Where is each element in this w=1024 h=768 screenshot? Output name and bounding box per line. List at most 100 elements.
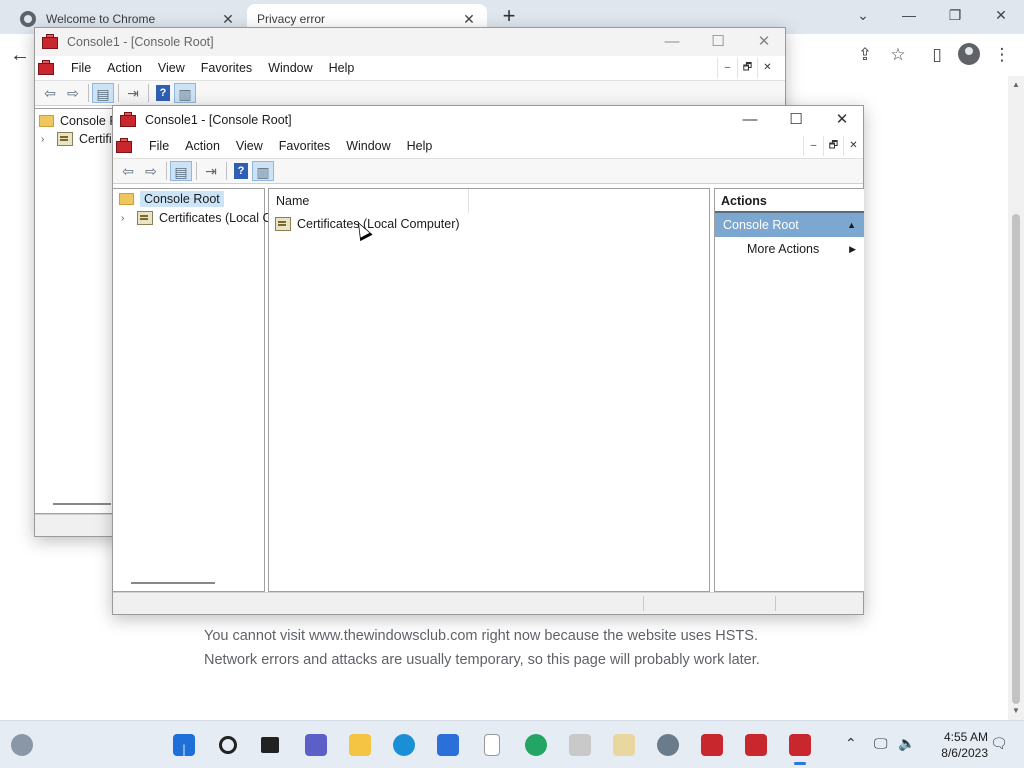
back-arrow-icon[interactable]: ← bbox=[10, 44, 34, 68]
menu-action[interactable]: Action bbox=[177, 139, 228, 153]
tree-item-label: Console Root bbox=[140, 191, 224, 207]
browser-maximize-button[interactable]: ❐ bbox=[932, 4, 978, 28]
browser-menu-icon[interactable]: ⋮ bbox=[991, 45, 1013, 67]
mdi-close-icon[interactable]: ✕ bbox=[757, 58, 777, 78]
mdi-close-icon[interactable]: ✕ bbox=[843, 136, 863, 156]
checklist-icon[interactable] bbox=[610, 731, 638, 759]
notepad-icon[interactable] bbox=[478, 731, 506, 759]
menu-action[interactable]: Action bbox=[99, 61, 150, 75]
menu-window[interactable]: Window bbox=[260, 61, 320, 75]
settings-gear-icon[interactable] bbox=[654, 731, 682, 759]
tree-pane: Console R › Certifi bbox=[35, 108, 118, 514]
mmc-app-icon bbox=[41, 34, 59, 50]
close-button[interactable]: ✕ bbox=[819, 106, 865, 134]
chrome-favicon-icon bbox=[20, 11, 36, 27]
mmc-taskbar-icon-active[interactable] bbox=[786, 731, 814, 765]
mmc-taskbar-icon[interactable] bbox=[698, 731, 726, 759]
menu-file[interactable]: File bbox=[141, 139, 177, 153]
notifications-icon[interactable]: 🗨 bbox=[990, 735, 1008, 752]
network-icon[interactable]: 🖵 bbox=[874, 735, 888, 752]
menu-favorites[interactable]: Favorites bbox=[271, 139, 338, 153]
show-action-pane-icon[interactable]: ▥ bbox=[252, 161, 274, 181]
tree-hscroll-thumb[interactable] bbox=[53, 503, 111, 505]
tree-item-console-root[interactable]: Console R bbox=[39, 112, 118, 130]
tree-hscroll-thumb[interactable] bbox=[131, 582, 215, 584]
volume-icon[interactable]: 🔈 bbox=[898, 735, 915, 752]
help-icon[interactable]: ? bbox=[234, 163, 248, 179]
scroll-down-icon[interactable]: ▼ bbox=[1012, 706, 1020, 715]
tree-item-certificates[interactable]: › Certificates (Local C bbox=[121, 209, 272, 227]
maximize-button[interactable]: ☐ bbox=[695, 28, 741, 56]
side-panel-icon[interactable]: ▯ bbox=[926, 45, 948, 67]
page-scrollbar[interactable]: ▲ ▼ bbox=[1008, 76, 1024, 720]
forward-icon[interactable]: ⇨ bbox=[62, 83, 84, 103]
mmc-titlebar[interactable]: Console1 - [Console Root] — ☐ ✕ bbox=[113, 106, 863, 134]
clock-date: 8/6/2023 bbox=[941, 746, 988, 760]
mdi-restore-icon[interactable]: 🗗 bbox=[737, 58, 757, 78]
close-button[interactable]: ✕ bbox=[741, 28, 787, 56]
export-list-icon[interactable]: ⇥ bbox=[200, 161, 222, 181]
menu-view[interactable]: View bbox=[150, 61, 193, 75]
mmc-taskbar-icon[interactable] bbox=[742, 731, 770, 759]
menu-view[interactable]: View bbox=[228, 139, 271, 153]
tab-close-icon[interactable]: ✕ bbox=[461, 11, 477, 27]
maximize-button[interactable]: ☐ bbox=[773, 106, 819, 134]
store-icon[interactable] bbox=[434, 731, 462, 759]
status-divider bbox=[643, 596, 644, 611]
widgets-icon[interactable] bbox=[8, 731, 36, 759]
mmc-doc-icon[interactable] bbox=[115, 138, 133, 154]
taskbar-clock[interactable]: 4:55 AM 8/6/2023 bbox=[928, 729, 988, 761]
task-view-icon[interactable] bbox=[256, 731, 284, 759]
tree-item-console-root[interactable]: Console Root bbox=[119, 190, 224, 208]
mdi-minimize-icon[interactable]: – bbox=[717, 58, 737, 78]
show-hidden-icons-chevron-icon[interactable]: ⌃ bbox=[845, 735, 857, 752]
back-icon[interactable]: ⇦ bbox=[117, 161, 139, 181]
tree-item-certificates[interactable]: › Certifi bbox=[41, 130, 112, 148]
menu-help[interactable]: Help bbox=[321, 61, 363, 75]
scroll-thumb[interactable] bbox=[1012, 214, 1020, 704]
action-more-actions[interactable]: More Actions ▶ bbox=[747, 239, 864, 259]
browser-minimize-button[interactable]: — bbox=[886, 4, 932, 28]
mdi-restore-icon[interactable]: 🗗 bbox=[823, 136, 843, 156]
minimize-button[interactable]: — bbox=[649, 28, 695, 56]
mmc-titlebar[interactable]: Console1 - [Console Root] — ☐ ✕ bbox=[35, 28, 785, 56]
mdi-minimize-icon[interactable]: – bbox=[803, 136, 823, 156]
scroll-up-icon[interactable]: ▲ bbox=[1012, 80, 1020, 89]
bookmark-star-icon[interactable]: ☆ bbox=[887, 45, 909, 67]
expand-chevron-icon[interactable]: › bbox=[41, 134, 51, 145]
show-hide-tree-icon[interactable]: ▤ bbox=[92, 83, 114, 103]
new-tab-button[interactable]: + bbox=[498, 5, 520, 28]
mmc-window-front[interactable]: Console1 - [Console Root] — ☐ ✕ File Act… bbox=[112, 105, 864, 615]
expand-chevron-icon[interactable]: › bbox=[121, 213, 131, 224]
forward-icon[interactable]: ⇨ bbox=[140, 161, 162, 181]
show-hide-tree-icon[interactable]: ▤ bbox=[170, 161, 192, 181]
mmc-doc-icon[interactable] bbox=[37, 60, 55, 76]
profile-avatar-icon[interactable] bbox=[958, 43, 980, 65]
show-action-pane-icon[interactable]: ▥ bbox=[174, 83, 196, 103]
tab-close-icon[interactable]: ✕ bbox=[220, 11, 236, 27]
search-icon[interactable] bbox=[214, 731, 242, 759]
edge-browser-icon[interactable] bbox=[390, 731, 418, 759]
chat-icon[interactable] bbox=[302, 731, 330, 759]
chrome-icon[interactable] bbox=[522, 731, 550, 759]
menu-window[interactable]: Window bbox=[338, 139, 398, 153]
collapse-arrow-icon[interactable]: ▲ bbox=[847, 213, 856, 237]
file-explorer-icon[interactable] bbox=[346, 731, 374, 759]
toolbar-separator bbox=[166, 162, 167, 180]
tab-search-icon[interactable]: ⌄ bbox=[840, 4, 886, 28]
minimize-button[interactable]: — bbox=[727, 106, 773, 134]
window-title: Console1 - [Console Root] bbox=[145, 113, 292, 127]
menu-file[interactable]: File bbox=[63, 61, 99, 75]
share-icon[interactable]: ⇪ bbox=[854, 45, 876, 67]
browser-close-button[interactable]: ✕ bbox=[978, 4, 1024, 28]
menu-favorites[interactable]: Favorites bbox=[193, 61, 260, 75]
network-tool-icon[interactable] bbox=[566, 731, 594, 759]
start-windows-icon[interactable] bbox=[170, 731, 198, 759]
menu-bar: File Action View Favorites Window Help –… bbox=[35, 56, 777, 80]
export-list-icon[interactable]: ⇥ bbox=[122, 83, 144, 103]
menu-help[interactable]: Help bbox=[399, 139, 441, 153]
help-icon[interactable]: ? bbox=[156, 85, 170, 101]
back-icon[interactable]: ⇦ bbox=[39, 83, 61, 103]
column-header-name[interactable]: Name bbox=[269, 189, 469, 213]
actions-group-console-root[interactable]: Console Root ▲ bbox=[715, 213, 864, 237]
